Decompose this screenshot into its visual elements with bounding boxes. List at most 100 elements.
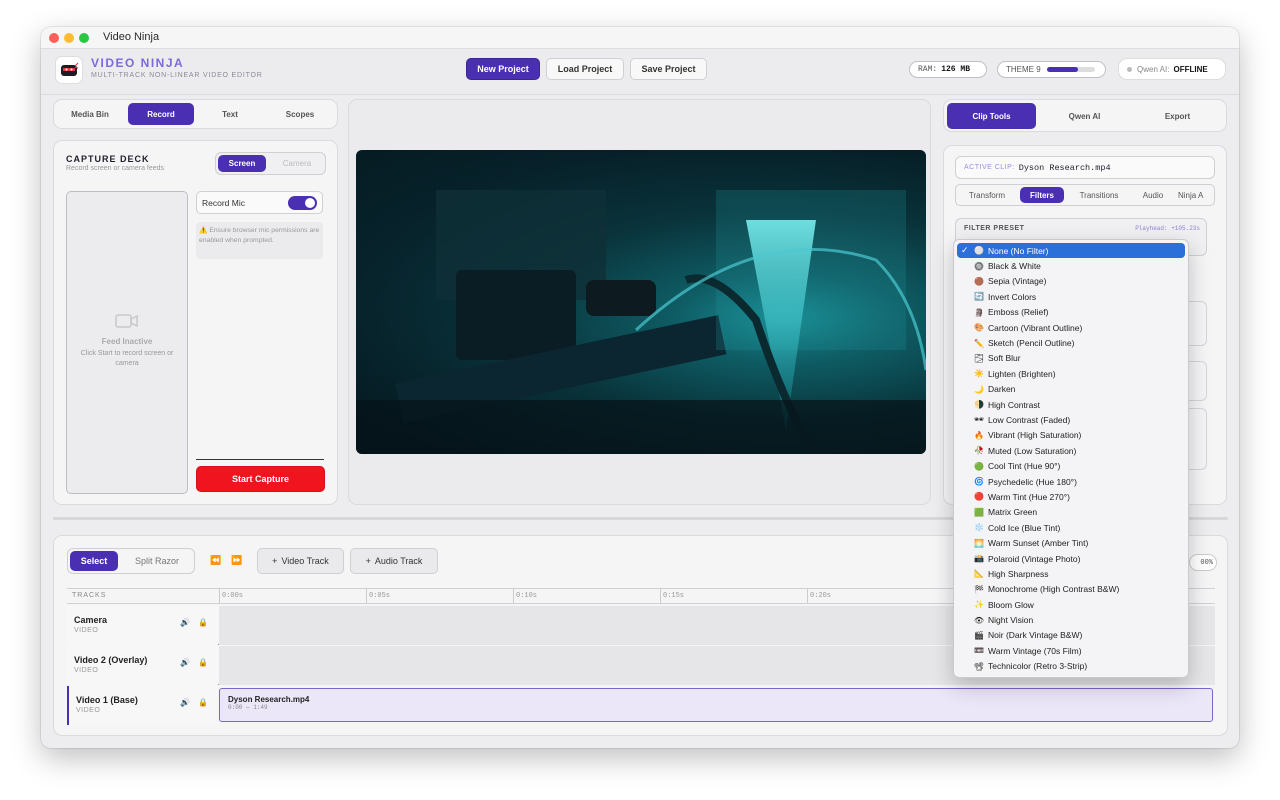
filter-option[interactable]: ✓ ⚪ None (No Filter) — [957, 243, 1185, 259]
subtab-transform[interactable]: Transform — [958, 187, 1016, 203]
filter-option-icon: 🔄 — [974, 292, 984, 302]
filter-option-label: Technicolor (Retro 3-Strip) — [988, 661, 1088, 672]
mode-camera[interactable]: Camera — [272, 155, 322, 172]
filter-option[interactable]: 🌗 High Contrast — [957, 397, 1185, 412]
select-tool-button[interactable]: Select — [70, 551, 118, 571]
rewind-icon[interactable]: ⏪ — [210, 555, 221, 566]
filter-option-label: Cartoon (Vibrant Outline) — [988, 322, 1083, 333]
capture-subtitle: Record screen or camera feeds — [66, 165, 165, 172]
filter-option-icon: ⚪ — [974, 246, 984, 256]
filter-option[interactable]: 🥀 Muted (Low Saturation) — [957, 443, 1185, 458]
filter-option[interactable]: ☀️ Lighten (Brighten) — [957, 366, 1185, 381]
new-project-button[interactable]: New Project — [466, 58, 540, 80]
filter-option[interactable]: ❄️ Cold Ice (Blue Tint) — [957, 520, 1185, 535]
filter-option-label: Muted (Low Saturation) — [988, 445, 1077, 456]
filter-option[interactable]: 🎨 Cartoon (Vibrant Outline) — [957, 320, 1185, 335]
filter-option-label: High Sharpness — [988, 568, 1049, 579]
subtab-transitions[interactable]: Transitions — [1068, 187, 1130, 203]
subtab-ninja-ai[interactable]: Ninja A — [1178, 187, 1214, 203]
filter-option-label: Black & White — [988, 261, 1041, 272]
filter-option[interactable]: 🟢 Cool Tint (Hue 90°) — [957, 458, 1185, 473]
filter-option[interactable]: 🔥 Vibrant (High Saturation) — [957, 428, 1185, 443]
track-header: Video 2 (Overlay) VIDEO 🔊 🔒 — [67, 646, 218, 685]
track-type: VIDEO — [74, 627, 99, 634]
record-mic-toggle[interactable] — [288, 196, 317, 210]
filter-option[interactable]: 📸 Polaroid (Vintage Photo) — [957, 551, 1185, 566]
filter-option[interactable]: 🟩 Matrix Green — [957, 505, 1185, 520]
filter-preset-label: FILTER PRESET — [964, 225, 1025, 232]
lock-icon[interactable]: 🔒 — [198, 698, 208, 707]
filter-option-icon: ✏️ — [974, 338, 984, 348]
filter-option[interactable]: 🔄 Invert Colors — [957, 289, 1185, 304]
filter-option[interactable]: 🗿 Emboss (Relief) — [957, 305, 1185, 320]
filter-option[interactable]: 🌫 Soft Blur — [957, 351, 1185, 366]
filter-option-icon: 👁 — [973, 615, 985, 625]
feed-preview: Feed Inactive Click Start to record scre… — [66, 191, 188, 494]
filter-option-label: Matrix Green — [988, 507, 1038, 518]
filter-option[interactable]: 🎬 Noir (Dark Vintage B&W) — [957, 628, 1185, 643]
tab-text[interactable]: Text — [197, 103, 263, 125]
mode-screen[interactable]: Screen — [218, 155, 266, 172]
tick-label: 0:05s — [369, 592, 391, 600]
tab-clip-tools[interactable]: Clip Tools — [947, 103, 1036, 129]
tab-export[interactable]: Export — [1133, 103, 1222, 129]
filter-option[interactable]: 🌀 Psychedelic (Hue 180°) — [957, 474, 1185, 489]
filter-option-label: Night Vision — [988, 615, 1034, 626]
tab-media-bin[interactable]: Media Bin — [57, 103, 123, 125]
speaker-icon[interactable]: 🔊 — [180, 698, 190, 707]
filter-option[interactable]: 🔘 Black & White — [957, 258, 1185, 273]
filter-option[interactable]: 📐 High Sharpness — [957, 566, 1185, 581]
start-capture-button[interactable]: Start Capture — [196, 466, 325, 492]
track-name: Camera — [74, 615, 108, 625]
filter-preset-dropdown[interactable]: ✓ ⚪ None (No Filter) 🔘 Black & White 🟤 Sepia (… — [953, 239, 1189, 678]
tab-scopes[interactable]: Scopes — [267, 103, 333, 125]
filter-option[interactable]: 🕶 Low Contrast (Faded) — [957, 412, 1185, 427]
theme-selector[interactable]: THEME 9 — [997, 61, 1106, 78]
speaker-icon[interactable]: 🔊 — [180, 618, 190, 627]
add-audio-track-button[interactable]: + Audio Track — [350, 548, 438, 574]
video-preview[interactable] — [356, 150, 926, 454]
zoom-readout: 00% — [1189, 554, 1217, 571]
speaker-icon[interactable]: 🔊 — [180, 658, 190, 667]
filter-option-icon: 📼 — [974, 646, 984, 656]
filter-option-icon: 🌀 — [974, 477, 984, 487]
camera-icon — [115, 314, 138, 328]
filter-option[interactable]: 📼 Warm Vintage (70s Film) — [957, 643, 1185, 658]
filter-option[interactable]: 👁 Night Vision — [957, 612, 1185, 627]
timeline-clip[interactable]: Dyson Research.mp4 0:00 — 1:49 — [219, 688, 1213, 722]
filter-option[interactable]: 🟤 Sepia (Vintage) — [957, 274, 1185, 289]
minimize-window-button[interactable] — [64, 33, 74, 43]
filter-option-icon: ☀️ — [974, 369, 984, 379]
filter-option[interactable]: 🔴 Warm Tint (Hue 270°) — [957, 489, 1185, 504]
zoom-window-button[interactable] — [79, 33, 89, 43]
filter-option[interactable]: ✨ Bloom Glow — [957, 597, 1185, 612]
subtab-filters[interactable]: Filters — [1020, 187, 1064, 203]
tab-record[interactable]: Record — [128, 103, 194, 125]
filter-option-label: Darken — [988, 384, 1016, 395]
save-project-button[interactable]: Save Project — [630, 58, 707, 80]
clip-subtabs: Transform Filters Transitions Audio Ninj… — [955, 184, 1215, 206]
filter-option[interactable]: 🏁 Monochrome (High Contrast B&W) — [957, 582, 1185, 597]
filter-option-icon: 🔴 — [974, 492, 984, 502]
lock-icon[interactable]: 🔒 — [198, 658, 208, 667]
load-project-button[interactable]: Load Project — [546, 58, 624, 80]
lab-scene-image — [356, 150, 926, 454]
filter-option-icon: 🌗 — [974, 400, 984, 410]
tab-qwen-ai[interactable]: Qwen AI — [1040, 103, 1129, 129]
filter-option-icon: 🟤 — [974, 276, 984, 286]
filter-option[interactable]: 📽 Technicolor (Retro 3-Strip) — [957, 659, 1185, 674]
filter-option-icon: 🔥 — [974, 430, 984, 440]
lock-icon[interactable]: 🔒 — [198, 618, 208, 627]
filter-option[interactable]: 🌙 Darken — [957, 382, 1185, 397]
filter-option[interactable]: ✏️ Sketch (Pencil Outline) — [957, 335, 1185, 350]
subtab-audio[interactable]: Audio — [1132, 187, 1174, 203]
theme-progress — [1046, 67, 1095, 72]
add-video-track-button[interactable]: + Video Track — [257, 548, 344, 574]
fast-forward-icon[interactable]: ⏩ — [231, 555, 242, 566]
close-window-button[interactable] — [49, 33, 59, 43]
filter-option-label: Cool Tint (Hue 90°) — [988, 461, 1061, 472]
filter-option-label: Warm Vintage (70s Film) — [988, 645, 1082, 656]
split-razor-button[interactable]: Split Razor — [122, 551, 192, 571]
filter-option-icon: ❄️ — [974, 523, 984, 533]
filter-option[interactable]: 🌅 Warm Sunset (Amber Tint) — [957, 535, 1185, 550]
